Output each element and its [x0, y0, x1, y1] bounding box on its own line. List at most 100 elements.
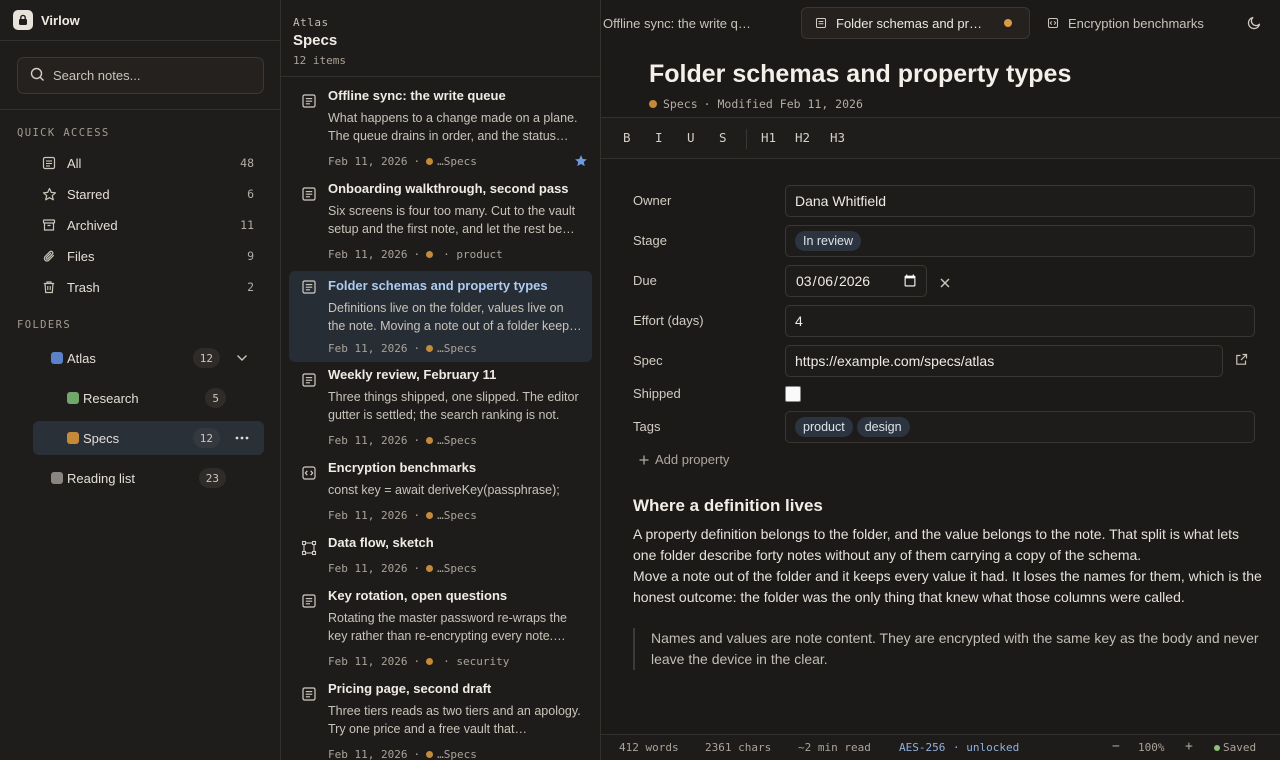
search-input[interactable] [53, 68, 243, 83]
folder-color-dot [426, 345, 434, 352]
more-icon[interactable] [220, 436, 264, 440]
note-item[interactable]: Pricing page, second draft Three tiers r… [289, 681, 592, 760]
brand: Virlow [0, 0, 280, 41]
chevron-down-icon[interactable] [220, 354, 264, 362]
note-title: Data flow, sketch [328, 535, 434, 550]
folder-specs[interactable]: Specs 12 [33, 421, 264, 455]
bold-button[interactable]: B [623, 130, 631, 145]
app-window: Virlow QUICK ACCESS All 48 Starred 6 Arc… [0, 0, 1280, 760]
meta-separator: · [413, 248, 421, 261]
folder-label: Research [83, 390, 139, 406]
underline-button[interactable]: U [687, 130, 695, 145]
effort-field[interactable]: 4 [785, 305, 1255, 337]
folder-color-dot [67, 392, 79, 404]
note-list: Atlas Specs 12 items Offline sync: the w… [281, 0, 601, 760]
quick-access-count: 9 [247, 249, 254, 263]
shipped-checkbox[interactable] [785, 386, 801, 402]
note-folder: …Specs [437, 509, 477, 522]
search-box[interactable] [17, 57, 264, 94]
strikethrough-button[interactable]: S [719, 130, 727, 145]
sidebar: Virlow QUICK ACCESS All 48 Starred 6 Arc… [0, 0, 281, 760]
note-item[interactable]: Encryption benchmarks const key = await … [289, 460, 592, 528]
meta-separator: · [413, 342, 421, 355]
body-paragraph: A property definition belongs to the fol… [633, 526, 1240, 563]
stage-field[interactable]: In review [785, 225, 1255, 257]
moon-icon[interactable] [1247, 15, 1262, 33]
clear-date-icon[interactable] [940, 276, 950, 291]
zoom-out-button[interactable]: − [1112, 739, 1120, 754]
diagram-icon [301, 540, 317, 556]
document-title[interactable]: Folder schemas and property types [649, 60, 1071, 89]
quick-access-label: Archived [67, 217, 118, 233]
tab-folder-schemas[interactable]: Folder schemas and pr… [801, 7, 1030, 39]
note-list-count: 12 items [293, 54, 346, 67]
save-status: Saved [1223, 741, 1257, 754]
all-notes-icon [41, 155, 57, 171]
starred-icon[interactable] [574, 154, 588, 171]
folder-count: 23 [198, 468, 226, 488]
tab-bar: Offline sync: the write q… Folder schema… [601, 0, 1280, 46]
folder-reading-list[interactable]: Reading list 23 [45, 461, 264, 495]
note-meta: Feb 11, 2026 · · product [328, 248, 503, 261]
add-property-button[interactable]: Add property [639, 452, 729, 467]
meta-separator: · [413, 655, 421, 668]
note-meta: Feb 11, 2026 · …Specs [328, 342, 477, 355]
note-item[interactable]: Weekly review, February 11 Three things … [289, 367, 592, 453]
note-icon [815, 17, 827, 29]
tag-chip[interactable]: design [856, 417, 910, 437]
cipher-status: AES-256 [899, 741, 946, 754]
trash-icon [41, 279, 57, 295]
note-icon [301, 686, 317, 702]
quick-access-trash[interactable]: Trash 2 [41, 274, 261, 300]
tab-encryption-benchmarks[interactable]: Encryption benchmarks [1045, 7, 1220, 39]
folder-label: Reading list [67, 470, 135, 486]
note-item[interactable]: Onboarding walkthrough, second pass Six … [289, 181, 592, 267]
section-heading: Where a definition lives [633, 496, 823, 515]
note-icon [301, 372, 317, 388]
stage-chip[interactable]: In review [795, 231, 862, 251]
folder-color-dot [426, 158, 434, 165]
note-folder: · security [443, 655, 510, 668]
paperclip-icon [41, 248, 57, 264]
note-item[interactable]: Key rotation, open questions Rotating th… [289, 588, 592, 674]
note-icon [301, 593, 317, 609]
quick-access-all[interactable]: All 48 [41, 150, 261, 176]
tab-label: Offline sync: the write q… [603, 15, 751, 31]
owner-field[interactable]: Dana Whitfield [785, 185, 1255, 217]
due-label: Due [633, 273, 657, 288]
note-date: Feb 11, 2026 [328, 562, 408, 575]
owner-label: Owner [633, 193, 672, 208]
note-folder: …Specs [437, 434, 477, 447]
note-item[interactable]: Offline sync: the write queue What happe… [289, 88, 592, 174]
quick-access-count: 11 [240, 218, 254, 232]
tag-chip[interactable]: product [795, 417, 853, 437]
folder-atlas[interactable]: Atlas 12 [45, 341, 264, 375]
folder-label: Specs [83, 430, 120, 446]
note-meta: Feb 11, 2026 · …Specs [328, 748, 477, 760]
quick-access-starred[interactable]: Starred 6 [41, 181, 261, 207]
quick-access-archived[interactable]: Archived 11 [41, 212, 261, 238]
spec-url-field[interactable]: https://example.com/specs/atlas [785, 345, 1223, 377]
due-date-input[interactable] [785, 265, 927, 297]
heading3-button[interactable]: H3 [830, 130, 845, 145]
tab-offline-sync[interactable]: Offline sync: the write q… [603, 7, 763, 39]
tags-field[interactable]: product design [785, 411, 1255, 443]
folder-color-dot [426, 565, 434, 572]
note-item[interactable]: Data flow, sketch Feb 11, 2026 · …Specs [289, 535, 592, 583]
zoom-in-button[interactable]: + [1185, 739, 1193, 754]
unsaved-indicator [1003, 19, 1012, 27]
quick-access-files[interactable]: Files 9 [41, 243, 261, 269]
meta-separator: · [413, 155, 421, 168]
folder-research[interactable]: Research 5 [61, 381, 264, 415]
toolbar-divider [746, 129, 747, 149]
heading1-button[interactable]: H1 [761, 130, 776, 145]
breadcrumb[interactable]: Atlas [293, 16, 589, 29]
document-modified: · Modified Feb 11, 2026 [703, 97, 863, 111]
lock-status: · unlocked [953, 741, 1020, 754]
note-title: Folder schemas and property types [328, 278, 548, 293]
note-item-active[interactable]: Folder schemas and property types Defini… [289, 271, 592, 362]
document-folder[interactable]: Specs [663, 97, 698, 111]
heading2-button[interactable]: H2 [795, 130, 810, 145]
external-link-icon[interactable] [1235, 353, 1248, 369]
italic-button[interactable]: I [655, 130, 663, 145]
